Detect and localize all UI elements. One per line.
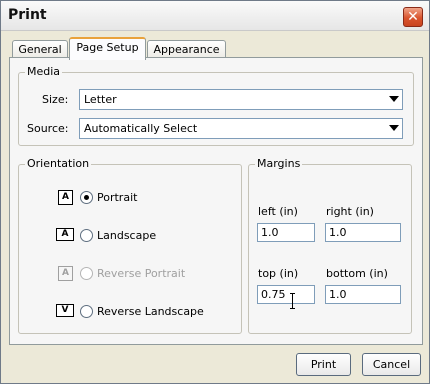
source-select[interactable]: Automatically Select — [79, 118, 403, 139]
left-margin-value: 1.0 — [261, 226, 279, 239]
portrait-label: Portrait — [97, 191, 138, 204]
text-cursor-icon — [290, 293, 296, 309]
reverse-landscape-label: Reverse Landscape — [97, 305, 204, 318]
cancel-button[interactable]: Cancel — [362, 353, 421, 376]
tab-page-setup[interactable]: Page Setup — [69, 37, 146, 60]
radio-reverse-portrait: A Reverse Portrait — [19, 265, 241, 283]
orientation-group: Orientation A Portrait A Landscape A Rev… — [18, 157, 242, 334]
margins-legend: Margins — [255, 157, 303, 170]
top-label: top (in) — [258, 267, 299, 280]
right-label: right (in) — [326, 205, 374, 218]
orientation-legend: Orientation — [25, 157, 92, 170]
window-title: Print — [8, 7, 47, 23]
left-margin-input[interactable]: 1.0 — [257, 223, 315, 242]
margins-group: Margins left (in) right (in) 1.0 1.0 top… — [248, 157, 412, 334]
left-label: left (in) — [258, 205, 298, 218]
landscape-icon: A — [56, 228, 74, 241]
right-margin-input[interactable]: 1.0 — [325, 223, 401, 242]
radio-button — [80, 267, 93, 280]
source-value: Automatically Select — [84, 122, 198, 135]
bottom-label: bottom (in) — [326, 267, 388, 280]
bottom-margin-input[interactable]: 1.0 — [325, 285, 401, 304]
radio-portrait[interactable]: A Portrait — [19, 189, 241, 207]
radio-selected-dot — [84, 195, 89, 200]
radio-reverse-landscape[interactable]: V Reverse Landscape — [19, 303, 241, 321]
page-setup-panel: Media Size: Letter Source: Automatically… — [9, 57, 423, 345]
media-group: Media Size: Letter Source: Automatically… — [18, 65, 414, 146]
radio-landscape[interactable]: A Landscape — [19, 227, 241, 245]
tab-general[interactable]: General — [12, 40, 68, 58]
reverse-landscape-icon: V — [56, 304, 74, 317]
print-dialog: Print ✕ General Page Setup Appearance Me… — [0, 0, 430, 384]
size-label: Size: — [42, 93, 69, 106]
print-button[interactable]: Print — [296, 353, 351, 376]
reverse-portrait-label: Reverse Portrait — [97, 267, 186, 280]
right-margin-value: 1.0 — [329, 226, 347, 239]
chevron-down-icon[interactable] — [389, 96, 399, 102]
close-button[interactable]: ✕ — [403, 7, 423, 27]
close-icon: ✕ — [407, 9, 419, 25]
size-select[interactable]: Letter — [79, 89, 403, 110]
source-label: Source: — [27, 122, 69, 135]
portrait-icon: A — [58, 190, 73, 205]
tab-appearance[interactable]: Appearance — [147, 40, 226, 58]
landscape-label: Landscape — [97, 229, 157, 242]
reverse-portrait-icon: A — [58, 266, 73, 281]
title-bar[interactable]: Print ✕ — [1, 1, 429, 31]
radio-button[interactable] — [80, 305, 93, 318]
media-legend: Media — [25, 65, 63, 78]
bottom-margin-value: 1.0 — [329, 288, 347, 301]
radio-button[interactable] — [80, 229, 93, 242]
top-margin-input[interactable]: 0.75 — [257, 285, 315, 304]
chevron-down-icon[interactable] — [389, 125, 399, 131]
size-value: Letter — [84, 93, 117, 106]
top-margin-value: 0.75 — [261, 288, 286, 301]
radio-button[interactable] — [80, 191, 93, 204]
